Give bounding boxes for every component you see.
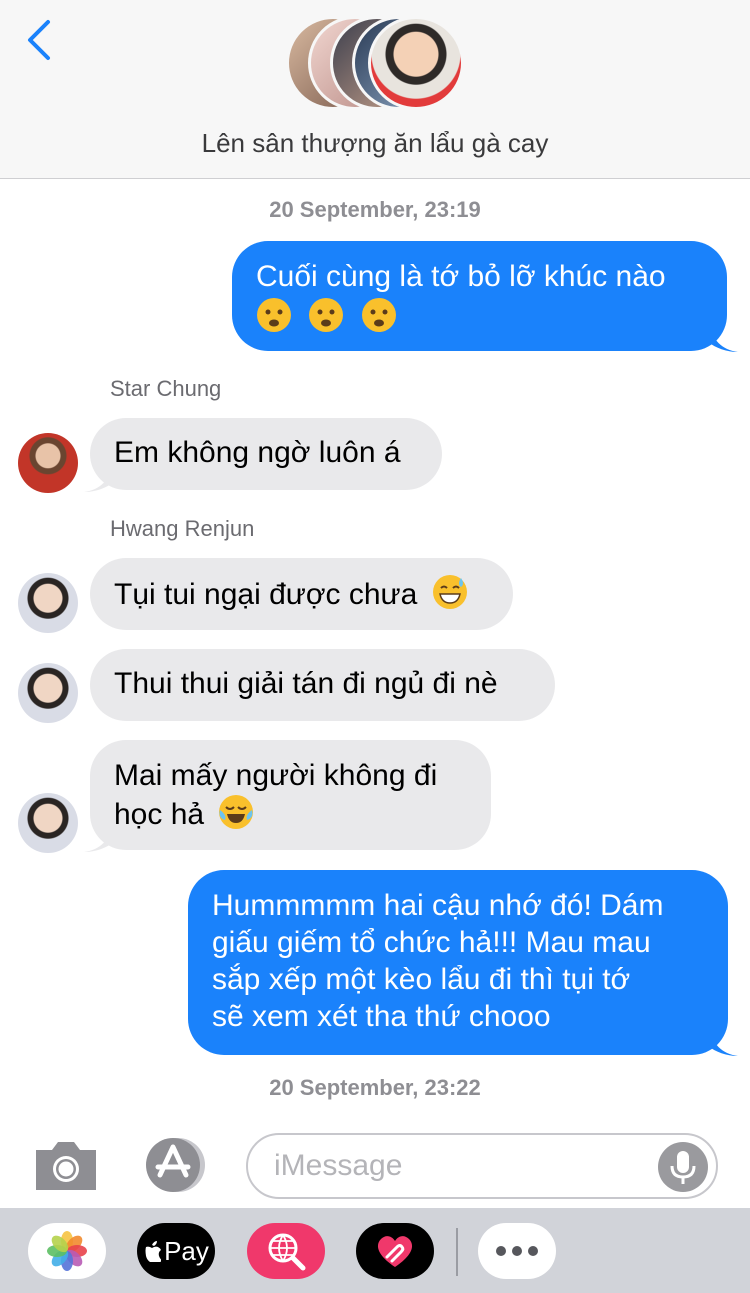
globe-search-icon bbox=[268, 1233, 306, 1271]
app-drawer: Pay bbox=[0, 1208, 750, 1293]
microphone-icon[interactable] bbox=[658, 1142, 708, 1192]
incoming-message[interactable]: Tụi tui ngại được chưa bbox=[90, 558, 513, 630]
apple-logo-icon bbox=[145, 1241, 162, 1262]
incoming-message[interactable]: Em không ngờ luôn á bbox=[90, 418, 442, 490]
drawer-divider bbox=[456, 1228, 458, 1276]
message-input-placeholder: iMessage bbox=[274, 1149, 403, 1182]
more-apps-button[interactable] bbox=[478, 1223, 556, 1279]
message-text-line: giấu giếm tổ chức hả!!! Mau mau bbox=[212, 926, 651, 959]
frowning-face-icon bbox=[309, 298, 344, 332]
incoming-message[interactable]: Thui thui giải tán đi ngủ đi nè bbox=[90, 649, 555, 721]
message-text-line: Mai mấy người không đi bbox=[114, 759, 438, 792]
message-text: Thui thui giải tán đi ngủ đi nè bbox=[114, 667, 498, 700]
heart-touch-icon bbox=[377, 1236, 413, 1267]
message-input[interactable]: iMessage bbox=[246, 1133, 718, 1199]
digital-touch-app-button[interactable] bbox=[356, 1223, 434, 1279]
search-images-app-button[interactable] bbox=[247, 1223, 325, 1279]
message-text-line: Hummmmm hai cậu nhớ đó! Dám bbox=[212, 889, 664, 922]
avatar[interactable] bbox=[18, 433, 78, 493]
message-text: Em không ngờ luôn á bbox=[114, 436, 401, 469]
avatar[interactable] bbox=[18, 663, 78, 723]
conversation-header: Lên sân thượng ăn lẩu gà cay bbox=[0, 0, 750, 179]
tears-of-joy-icon bbox=[219, 795, 254, 829]
app-store-icon[interactable] bbox=[140, 1137, 212, 1193]
message-text: Cuối cùng là tớ bỏ lỡ khúc nào bbox=[256, 260, 666, 293]
outgoing-message[interactable]: Hummmmm hai cậu nhớ đó! Dám giấu giếm tổ… bbox=[188, 870, 728, 1055]
timestamp: 20 September, 23:22 bbox=[269, 1075, 481, 1100]
bubble-tail bbox=[708, 1026, 738, 1056]
message-text-line: sắp xếp một kèo lẩu đi thì tụi tớ bbox=[212, 963, 631, 996]
group-avatar-stack[interactable] bbox=[286, 16, 466, 112]
bubble-tail bbox=[84, 462, 114, 492]
sender-name: Star Chung bbox=[110, 376, 222, 401]
grinning-sweat-icon bbox=[432, 575, 467, 609]
apple-pay-app-button[interactable]: Pay bbox=[137, 1223, 215, 1279]
frowning-face-icon bbox=[361, 298, 396, 332]
group-title[interactable]: Lên sân thượng ăn lẩu gà cay bbox=[0, 128, 750, 159]
message-text-line: học hả bbox=[114, 798, 205, 831]
chevron-left-icon[interactable] bbox=[22, 18, 58, 62]
sender-name: Hwang Renjun bbox=[110, 516, 255, 541]
incoming-message[interactable]: Mai mấy người không đi học hả bbox=[90, 740, 491, 850]
camera-icon[interactable] bbox=[32, 1138, 100, 1192]
more-icon bbox=[496, 1246, 538, 1256]
apple-pay-label: Pay bbox=[164, 1235, 209, 1266]
outgoing-message[interactable]: Cuối cùng là tớ bỏ lỡ khúc nào bbox=[232, 241, 727, 351]
message-text-line: sẽ xem xét tha thứ chooo bbox=[212, 1000, 551, 1033]
message-text: Tụi tui ngại được chưa bbox=[114, 578, 418, 611]
avatar[interactable] bbox=[18, 573, 78, 633]
photos-icon bbox=[47, 1231, 87, 1271]
photos-app-button[interactable] bbox=[28, 1223, 106, 1279]
timestamp: 20 September, 23:19 bbox=[269, 197, 481, 222]
bubble-tail bbox=[84, 822, 114, 852]
bubble-tail bbox=[708, 322, 738, 352]
avatar bbox=[368, 16, 464, 110]
frowning-face-icon bbox=[257, 298, 291, 332]
avatar[interactable] bbox=[18, 793, 78, 853]
